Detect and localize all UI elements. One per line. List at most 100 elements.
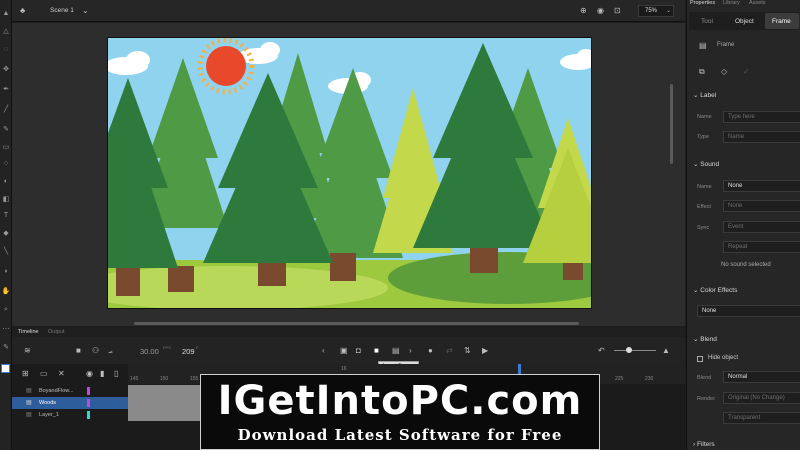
swap-icon[interactable]: ⧉: [699, 67, 705, 76]
layers-icon[interactable]: ≋: [24, 346, 31, 355]
eraser-tool-icon[interactable]: ◧: [0, 196, 12, 204]
chevron-down-icon[interactable]: ⌄: [82, 6, 89, 15]
bone-tool-icon[interactable]: ◆: [0, 230, 12, 238]
clip-canvas-icon[interactable]: ⊡: [614, 6, 621, 15]
loop-icon[interactable]: ⇅: [464, 346, 471, 355]
sync-select[interactable]: Event: [723, 221, 800, 233]
label-section[interactable]: ⌄ Label: [693, 91, 716, 99]
clear-frame-icon[interactable]: ▤: [392, 346, 400, 355]
effect-select[interactable]: None: [723, 200, 800, 212]
zoom-select[interactable]: 75% ⌄: [638, 5, 674, 17]
edit-icon[interactable]: ✓: [743, 67, 750, 76]
stage-canvas[interactable]: [107, 37, 592, 309]
eye-icon[interactable]: ◉: [86, 369, 93, 378]
tab-library[interactable]: Library: [723, 0, 740, 6]
properties-panel: Properties Library Assets Tool Object Fr…: [686, 0, 800, 450]
hand-tool-icon[interactable]: ✋: [0, 288, 12, 296]
ruler-label: 150: [160, 376, 169, 382]
insert-frame-icon[interactable]: ■: [374, 346, 379, 355]
tab-tool[interactable]: Tool: [701, 18, 713, 25]
pencil-tool-icon[interactable]: ✎: [0, 126, 12, 134]
scene-icon: ♣: [20, 6, 26, 15]
blend-select[interactable]: Normal: [723, 371, 800, 383]
tween-icon[interactable]: ⇄: [446, 346, 453, 355]
frame-heading: Frame: [717, 42, 735, 48]
pen-tool-icon[interactable]: ✒: [0, 86, 12, 94]
horizontal-scrollbar[interactable]: [134, 322, 579, 325]
delete-icon[interactable]: ✕: [58, 369, 65, 378]
add-layer-icon[interactable]: ⊞: [22, 369, 29, 378]
ruler-label: 145: [130, 376, 139, 382]
scene-label[interactable]: Scene 1: [50, 7, 74, 14]
layer-icon: ▤: [26, 400, 32, 406]
text-tool-icon[interactable]: T: [0, 212, 12, 220]
hide-object-checkbox[interactable]: [697, 356, 703, 362]
repeat-select[interactable]: Repeat: [723, 241, 800, 253]
name-input[interactable]: Type here: [723, 111, 800, 123]
selection-tool-icon[interactable]: ▲: [0, 10, 12, 18]
color-effect-select[interactable]: None: [697, 305, 800, 317]
lasso-tool-icon[interactable]: ◌: [0, 46, 12, 54]
rectangle-tool-icon[interactable]: ▭: [0, 144, 12, 152]
code-icon[interactable]: ◇: [721, 67, 727, 76]
lock-icon[interactable]: ▮: [100, 369, 104, 378]
paint-bucket-icon[interactable]: ◗: [0, 268, 12, 276]
timeline-controls: ≋ ■ ⚇ ⦟ 30.00 FPS 209 F ‹ ▣ ◘ ■ ▤ › ● ⇄ …: [12, 337, 685, 364]
zoom-slider-track[interactable]: [614, 350, 656, 351]
outline-icon[interactable]: ▯: [114, 369, 118, 378]
sound-name-label: Name: [697, 184, 712, 190]
brush-tool-icon[interactable]: ╱: [0, 106, 12, 114]
type-select[interactable]: Name: [723, 131, 800, 143]
filters-section[interactable]: › Filters: [693, 441, 715, 448]
blend-section[interactable]: ⌄ Blend: [693, 335, 717, 343]
frame-span[interactable]: [128, 385, 200, 421]
color-effects-section[interactable]: ⌄ Color Effects: [693, 286, 737, 294]
play-icon[interactable]: ▶: [482, 346, 488, 355]
name-label: Name: [697, 114, 712, 120]
oval-tool-icon[interactable]: ○: [0, 160, 12, 168]
tab-timeline[interactable]: Timeline: [18, 329, 39, 335]
insert-keyframe-icon[interactable]: ▣: [340, 346, 348, 355]
tab-assets[interactable]: Assets: [749, 0, 766, 6]
subselection-tool-icon[interactable]: △: [0, 28, 12, 36]
snap-icon[interactable]: ⊕: [580, 6, 587, 15]
graph-icon[interactable]: ⦟: [108, 346, 113, 355]
insert-blank-keyframe-icon[interactable]: ◘: [356, 346, 361, 355]
tab-output[interactable]: Output: [48, 329, 65, 335]
tab-properties[interactable]: Properties: [690, 0, 715, 6]
zoom-tool-icon[interactable]: ⌕: [0, 306, 12, 314]
onion-skin-icon[interactable]: ●: [428, 346, 433, 355]
stroke-color-icon[interactable]: ✎: [0, 344, 12, 352]
ruler-label: 225: [615, 376, 624, 382]
eyedropper-tool-icon[interactable]: ╲: [0, 248, 12, 256]
more-tools-icon[interactable]: ⋯: [0, 326, 12, 334]
mountain-icon[interactable]: ▲: [662, 346, 670, 355]
fill-color-swatch[interactable]: [1, 364, 10, 373]
sound-section[interactable]: ⌄ Sound: [693, 160, 719, 168]
camera-icon[interactable]: ◉: [597, 6, 604, 15]
fps-value[interactable]: 30.00: [140, 347, 159, 356]
current-frame[interactable]: 209: [182, 347, 195, 356]
tab-object[interactable]: Object: [735, 18, 754, 25]
transparent-select[interactable]: Transparent: [723, 412, 800, 424]
sound-name-select[interactable]: None: [723, 180, 800, 192]
layer-row-selected[interactable]: ▤ Woods: [12, 397, 128, 409]
previous-keyframe-icon[interactable]: ‹: [322, 346, 325, 355]
folder-icon[interactable]: ▭: [40, 369, 48, 378]
next-keyframe-icon[interactable]: ›: [409, 346, 412, 355]
tab-frame[interactable]: Frame: [765, 13, 799, 29]
hide-object-label: Hide object: [708, 355, 739, 361]
vertical-scrollbar[interactable]: [670, 84, 673, 164]
edit-bar: ♣ Scene 1 ⌄ ⊕ ◉ ⊡ 75% ⌄: [12, 0, 685, 22]
zoom-slider-thumb[interactable]: [626, 347, 632, 353]
layer-row[interactable]: ▤ BoyandFlow...: [12, 385, 128, 397]
layer-parenting-icon[interactable]: ⚇: [92, 346, 99, 355]
layer-row[interactable]: ▤ Layer_1: [12, 409, 128, 421]
render-label: Render: [697, 396, 716, 402]
transform-tool-icon[interactable]: ✥: [0, 66, 12, 74]
layer-color-swatch: [87, 411, 90, 419]
fill-tool-icon[interactable]: ◐: [0, 178, 12, 186]
render-select[interactable]: Original (No Change): [723, 392, 800, 404]
camera-icon[interactable]: ■: [76, 346, 81, 355]
center-frame-icon[interactable]: ↶: [598, 346, 605, 355]
